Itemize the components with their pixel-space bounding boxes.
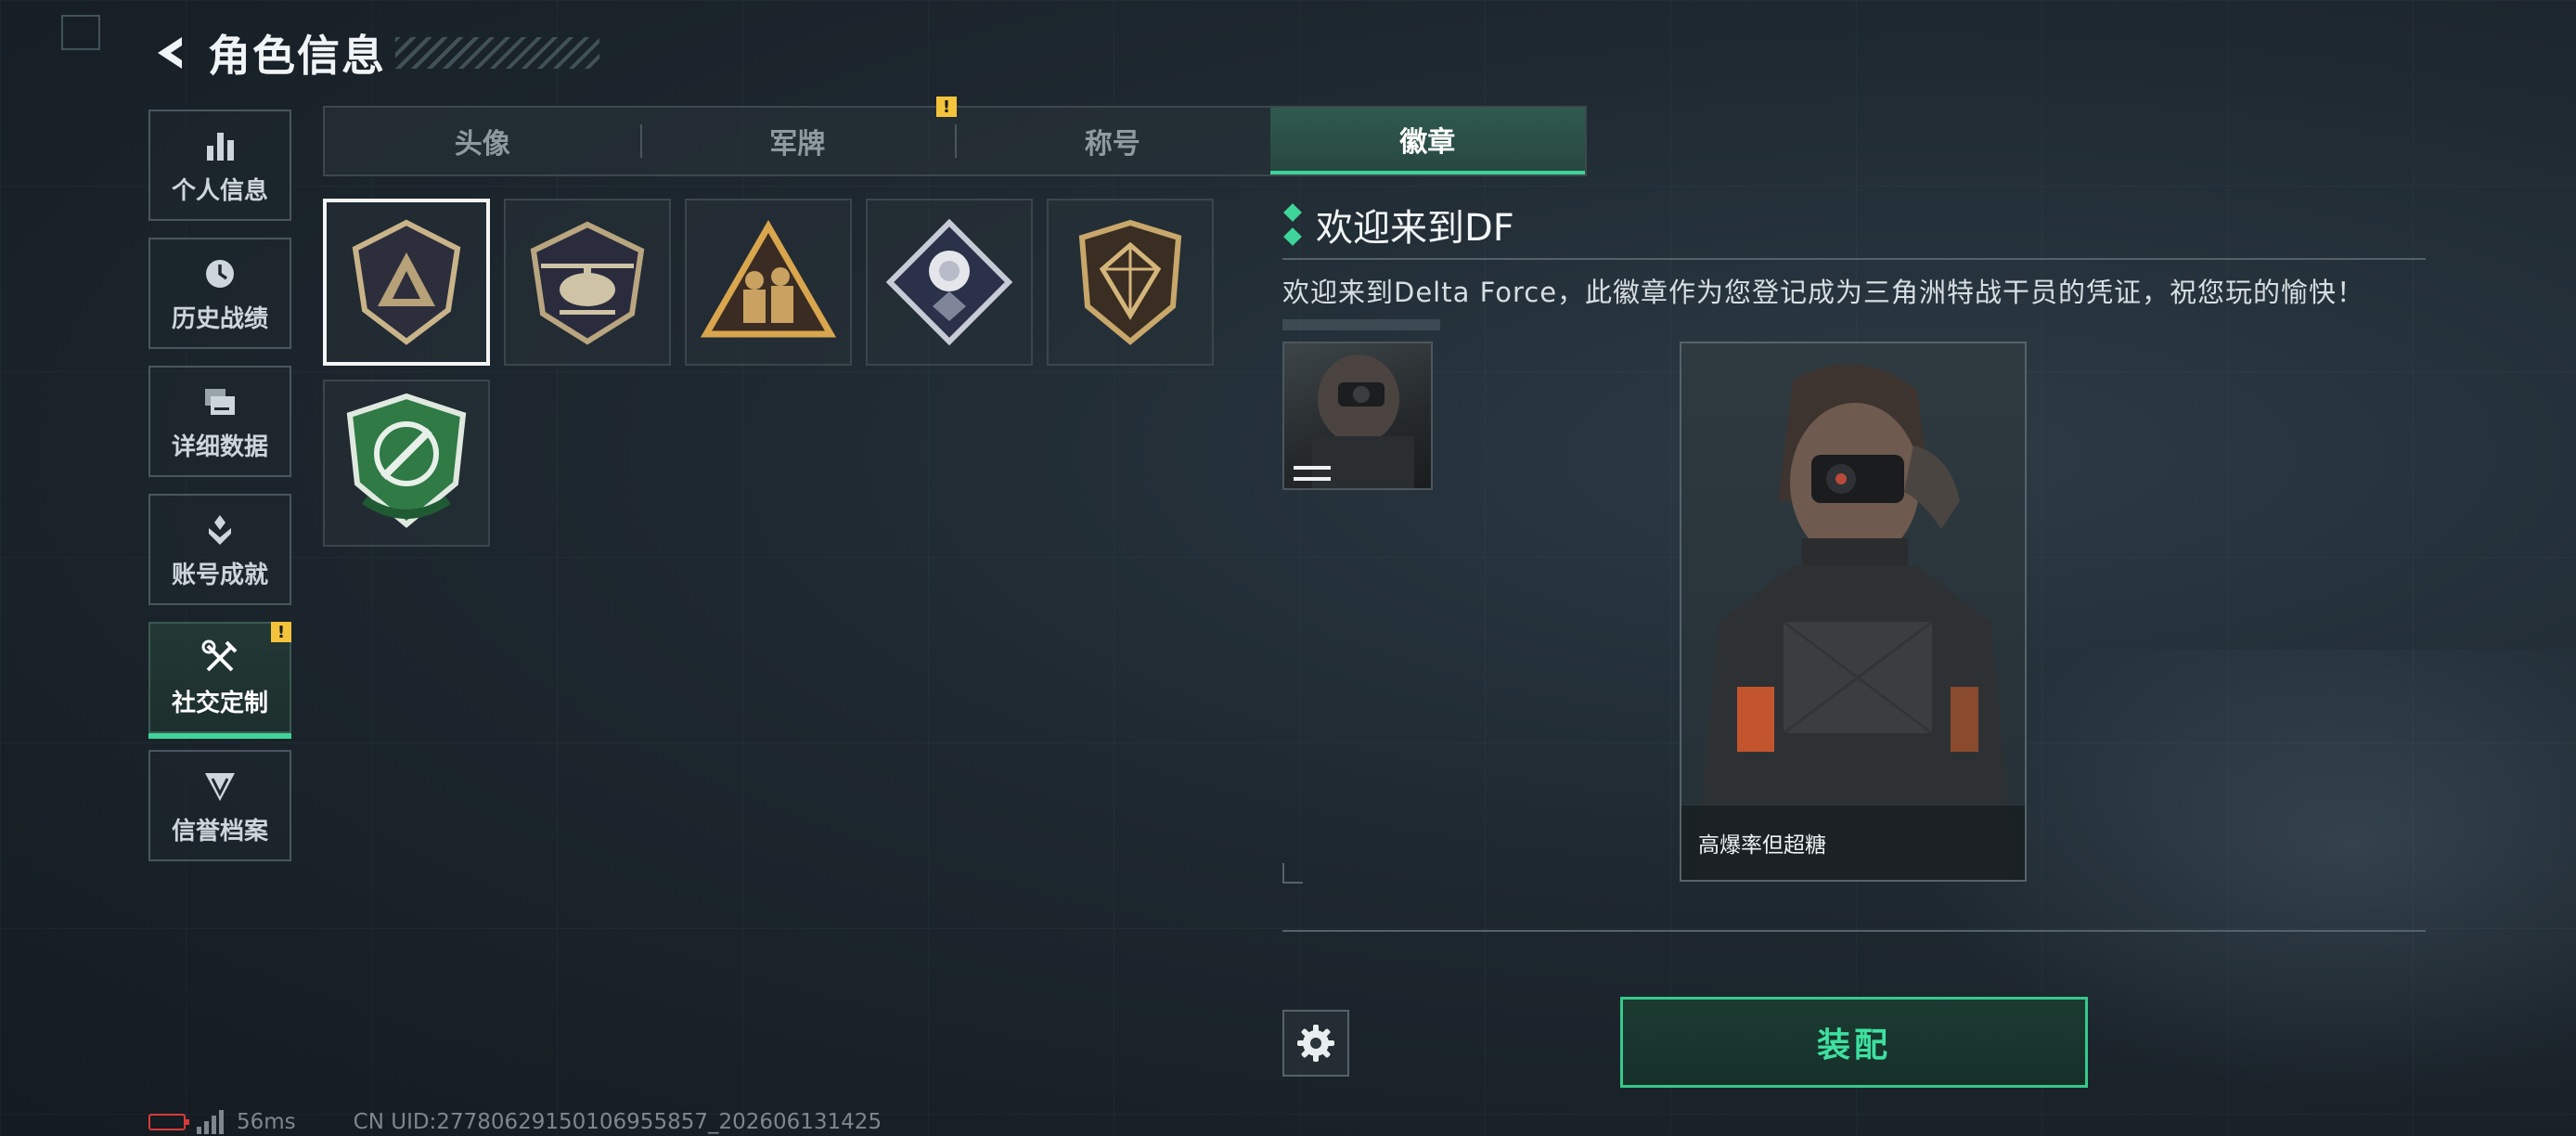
detail-title-row: 欢迎来到DF [1282,199,2426,251]
alert-badge: ! [936,97,957,117]
sidebar-item-detailed-data[interactable]: 详细数据 [148,366,291,477]
operator-preview-card: 高爆率但超糖 [1680,342,2027,882]
tab-badge[interactable]: 徽章 [1269,108,1585,174]
tab-dog-tag[interactable]: 军牌 ! [639,97,957,174]
sidebar-item-label: 社交定制 [171,689,268,717]
divider [1282,258,2426,260]
corner-decoration [61,15,100,50]
sidebar-item-personal-info[interactable]: 个人信息 [148,110,291,221]
badge-detail-panel: 欢迎来到DF 欢迎来到Delta Force，此徽章作为您登记成为三角洲特战干员… [1282,199,2426,330]
title-decoration [395,37,599,69]
soldiers-triangle-badge-icon [700,220,837,338]
status-bar: 56ms CN UID:27780629150106955857_2026061… [148,1108,882,1136]
badge-item[interactable] [866,199,1033,366]
achievement-icon [200,510,240,550]
diamond-marker-icon [1282,203,1303,246]
sidebar-item-social-customization[interactable]: ! 社交定制 [148,622,291,739]
sidebar-item-history[interactable]: 历史战绩 [148,238,291,349]
sidebar-item-achievements[interactable]: 账号成就 [148,494,291,605]
operator-portrait-thumb [1294,355,1414,488]
badge-grid [323,199,1223,561]
folder-icon [200,381,240,422]
sidebar: 个人信息 历史战绩 详细数据 账号成就 ! 社交定制 信誉档案 [148,110,293,878]
badge-item[interactable] [685,199,852,366]
badge-title: 欢迎来到DF [1316,207,1514,250]
rose-diamond-badge-icon [885,218,1013,346]
signal-strength-icon [197,1110,224,1134]
delta-shield-badge-icon [352,219,461,345]
corner-bracket [1282,863,1303,884]
equip-button[interactable]: 装配 [1620,997,2088,1088]
gear-icon [1297,1025,1334,1062]
bar-chart-icon [200,125,240,166]
sidebar-item-label: 历史战绩 [171,304,268,333]
badge-item[interactable] [1047,199,1214,366]
helicopter-badge-icon [530,221,645,345]
sidebar-item-label: 账号成就 [171,561,268,589]
history-icon [200,253,240,294]
battery-low-icon [148,1114,189,1130]
badge-item[interactable] [323,199,490,366]
divider [1282,930,2426,932]
user-uid: CN UID:27780629150106955857_202606131425 [353,1110,882,1134]
sidebar-item-label: 详细数据 [171,432,268,461]
tab-avatar[interactable]: 头像 [325,108,640,174]
settings-button[interactable] [1282,1010,1349,1077]
page-title: 角色信息 [208,31,386,81]
badge-item[interactable] [504,199,671,366]
sidebar-item-label: 个人信息 [171,176,268,205]
category-tabs: 头像 军牌 ! 称号 徽章 [323,97,1587,176]
back-arrow-icon[interactable] [148,30,195,76]
tab-label: 军牌 [769,128,826,161]
faded-subtext-bar [1282,319,1440,330]
operator-portrait [1694,364,2016,880]
sidebar-item-reputation[interactable]: 信誉档案 [148,750,291,861]
green-target-badge-icon [346,393,467,528]
alert-badge: ! [271,622,291,642]
sidebar-item-label: 信誉档案 [171,817,268,846]
page-header: 角色信息 [148,20,599,85]
badge-item[interactable] [323,380,490,547]
diamond-shield-badge-icon [1078,219,1182,345]
preview-thumbnail[interactable] [1282,342,1433,490]
tools-icon [200,638,240,678]
badge-description: 欢迎来到Delta Force，此徽章作为您登记成为三角洲特战干员的凭证，祝您玩… [1282,277,2365,308]
ping-readout: 56ms [237,1110,296,1134]
reputation-icon [200,766,240,807]
operator-caption: 高爆率但超糖 [1681,806,2025,880]
tab-title[interactable]: 称号 [955,108,1270,174]
